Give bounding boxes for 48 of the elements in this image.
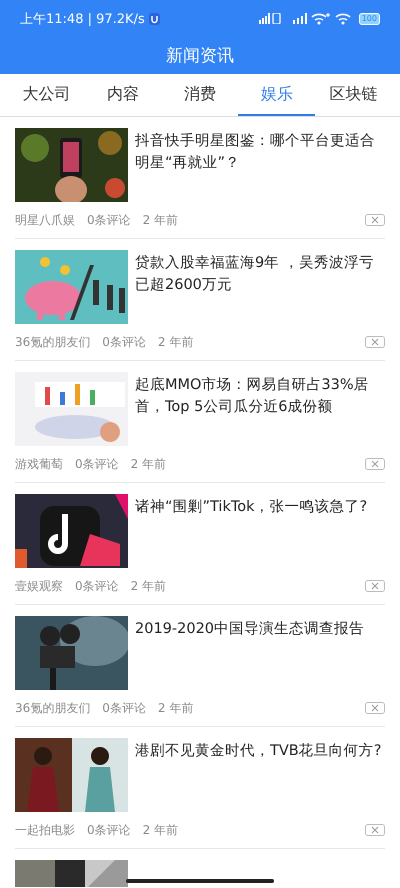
comment-count: 0条评论 (75, 456, 119, 472)
status-time: 上午11:48 | 97.2K/s (20, 10, 145, 28)
comment-count: 0条评论 (87, 212, 131, 228)
article-time: 2 年前 (142, 212, 178, 228)
article-title[interactable]: 贷款入股幸福蓝海9年 ，吴秀波浮亏已超2600万元 (135, 252, 385, 324)
dismiss-button[interactable] (365, 458, 385, 470)
comment-count: 0条评论 (102, 334, 146, 350)
article-time: 2 年前 (130, 456, 166, 472)
wifi-icon (334, 12, 353, 25)
comment-count: 0条评论 (87, 822, 131, 838)
article-time: 2 年前 (158, 334, 194, 350)
article-time: 2 年前 (158, 700, 194, 716)
article-source: 壹娱观察 (15, 578, 63, 594)
article-title[interactable]: 港剧不见黄金时代，TVB花旦向何方? (135, 740, 382, 812)
shield-icon (148, 12, 160, 24)
wifi-icon (310, 12, 331, 25)
signal-icon (292, 13, 307, 24)
article-time: 2 年前 (130, 578, 166, 594)
close-icon (371, 826, 379, 834)
category-tab[interactable]: 娱乐 (238, 74, 316, 116)
article-source: 明星八爪娱 (15, 212, 75, 228)
dismiss-button[interactable] (365, 336, 385, 348)
article-source: 一起拍电影 (15, 822, 75, 838)
category-tab[interactable]: 区块链 (315, 74, 392, 116)
article-time: 2 年前 (142, 822, 178, 838)
battery-icon: 100 (358, 12, 380, 24)
category-tab[interactable]: 大公司 (8, 74, 85, 116)
article-title[interactable]: 起底MMO市场：网易自研占33%居首，Top 5公司瓜分近6成份额 (135, 374, 385, 446)
close-icon (371, 460, 379, 468)
close-icon (371, 704, 379, 712)
comment-count: 0条评论 (75, 578, 119, 594)
category-tab[interactable]: 内容 (84, 74, 162, 116)
article-source: 游戏葡萄 (15, 456, 63, 472)
article-source: 36氪的朋友们 (15, 334, 90, 350)
page-title: 新闻资讯 (166, 45, 234, 67)
dismiss-button[interactable] (365, 824, 385, 836)
close-icon (371, 582, 379, 590)
dismiss-button[interactable] (365, 580, 385, 592)
article-title[interactable]: 诸神“围剿”TikTok，张一鸣该急了? (135, 496, 368, 568)
article-title[interactable]: 2019-2020中国导演生态调查报告 (135, 618, 364, 690)
dismiss-button[interactable] (365, 214, 385, 226)
dismiss-button[interactable] (365, 702, 385, 714)
comment-count: 0条评论 (102, 700, 146, 716)
category-tab[interactable]: 消费 (162, 74, 238, 116)
close-icon (371, 338, 379, 346)
article-source: 36氪的朋友们 (15, 700, 90, 716)
article-title[interactable]: 抖音快手明星图鉴：哪个平台更适合明星“再就业”？ (135, 130, 385, 202)
close-icon (371, 216, 379, 224)
